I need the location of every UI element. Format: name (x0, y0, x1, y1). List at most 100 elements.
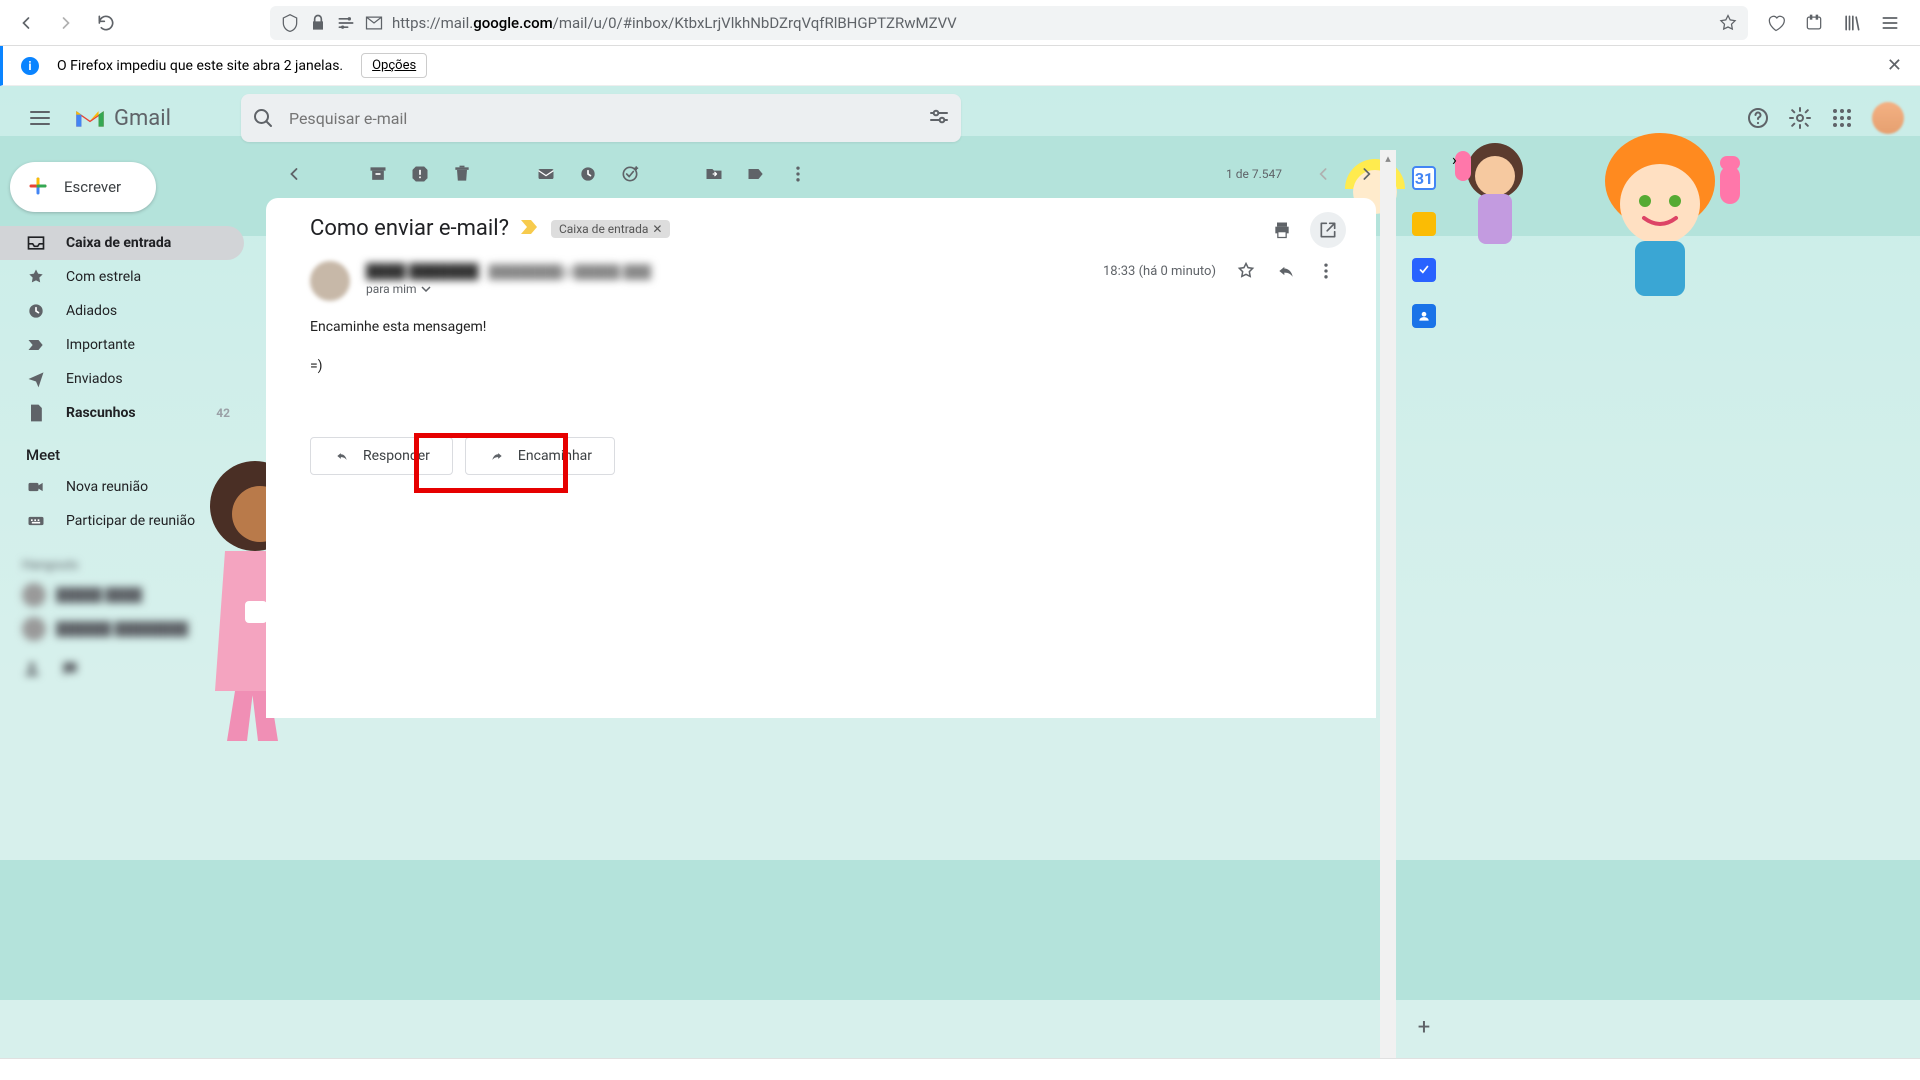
vertical-scrollbar[interactable]: ▴ ▾ (1380, 150, 1396, 1080)
label-chip-inbox[interactable]: Caixa de entrada ✕ (551, 220, 670, 238)
save-pocket-icon[interactable] (1766, 13, 1786, 33)
gmail-app: Gmail Escrever Caixa de entrada (0, 86, 1920, 1080)
account-avatar[interactable] (1872, 102, 1904, 134)
library-icon[interactable] (1842, 13, 1862, 33)
importance-marker-icon[interactable] (521, 218, 539, 239)
move-to-button[interactable] (704, 164, 724, 184)
browser-forward-button[interactable] (50, 7, 82, 39)
popup-blocked-infobar: i O Firefox impediu que este site abra 2… (0, 46, 1920, 86)
search-bar[interactable] (241, 94, 961, 142)
archive-button[interactable] (368, 164, 388, 184)
annotation-highlight-box (414, 433, 568, 493)
gmail-header: Gmail (0, 86, 1920, 150)
compose-label: Escrever (64, 178, 121, 196)
site-info-icon[interactable] (364, 13, 384, 33)
search-options-icon[interactable] (927, 106, 951, 130)
to-line[interactable]: para mim (366, 282, 1087, 296)
browser-menu-icon[interactable] (1880, 13, 1900, 33)
back-to-inbox-button[interactable] (284, 164, 304, 184)
gmail-logo[interactable]: Gmail (74, 106, 171, 131)
info-icon: i (21, 57, 39, 75)
infobar-close-button[interactable]: ✕ (1887, 55, 1902, 76)
open-new-window-button[interactable] (1310, 212, 1346, 248)
side-panel-toggle-icon[interactable]: › (1452, 150, 1457, 1080)
side-panel: 31 + (1396, 150, 1452, 1080)
important-icon (26, 335, 46, 355)
gmail-body: Escrever Caixa de entrada Com estrela Ad… (0, 150, 1920, 1080)
infobar-options-button[interactable]: Opções (361, 53, 427, 78)
contacts-app-icon[interactable] (1412, 304, 1436, 328)
infobar-message: O Firefox impediu que este site abra 2 j… (57, 58, 343, 74)
sidebar-item-snoozed[interactable]: Adiados (0, 294, 244, 328)
scroll-up-icon[interactable]: ▴ (1380, 150, 1396, 166)
get-addons-button[interactable]: + (1418, 1015, 1430, 1040)
google-apps-icon[interactable] (1830, 106, 1854, 130)
header-right (1746, 102, 1904, 134)
message-more-button[interactable] (1316, 261, 1336, 281)
sidebar-item-label: Rascunhos (66, 405, 136, 421)
account-icon[interactable] (1804, 13, 1824, 33)
reply-icon-button[interactable] (1276, 261, 1296, 281)
labels-button[interactable] (746, 164, 766, 184)
star-message-button[interactable] (1236, 261, 1256, 281)
drafts-icon (26, 403, 46, 423)
sidebar-item-new-meeting[interactable]: Nova reunião (0, 470, 244, 504)
sidebar-item-important[interactable]: Importante (0, 328, 244, 362)
search-input[interactable] (289, 109, 913, 128)
sender-avatar[interactable] (310, 261, 350, 301)
sender-email-blurred: ████████@█████.███ (489, 265, 651, 280)
browser-toolbar: https://mail.google.com/mail/u/0/#inbox/… (0, 0, 1920, 46)
more-actions-button[interactable] (788, 164, 808, 184)
add-to-tasks-button[interactable] (620, 164, 640, 184)
permissions-icon[interactable] (336, 13, 356, 33)
support-icon[interactable] (1746, 106, 1770, 130)
hangouts-section-blurred: Hangouts █████ ████ ██████ ████████ (0, 558, 256, 679)
browser-back-button[interactable] (10, 7, 42, 39)
sent-icon (26, 369, 46, 389)
compose-button[interactable]: Escrever (10, 162, 156, 212)
subject-row: Como enviar e-mail? Caixa de entrada ✕ (310, 216, 1336, 241)
email-subject: Como enviar e-mail? (310, 216, 509, 241)
remove-label-icon[interactable]: ✕ (652, 222, 662, 236)
scroll-track[interactable] (1380, 166, 1396, 1064)
snooze-button[interactable] (578, 164, 598, 184)
keep-app-icon[interactable] (1412, 212, 1436, 236)
settings-gear-icon[interactable] (1788, 106, 1812, 130)
sidebar-item-drafts[interactable]: Rascunhos 42 (0, 396, 244, 430)
sidebar-item-join-meeting[interactable]: Participar de reunião (0, 504, 244, 538)
sidebar-item-sent[interactable]: Enviados (0, 362, 244, 396)
older-button[interactable] (1356, 164, 1376, 184)
main-menu-button[interactable] (16, 94, 64, 142)
body-line: =) (310, 356, 1336, 377)
tasks-app-icon[interactable] (1412, 258, 1436, 282)
print-button[interactable] (1272, 220, 1292, 240)
window-bottom-border (0, 1058, 1920, 1080)
sidebar-item-label: Enviados (66, 371, 123, 387)
sidebar-item-starred[interactable]: Com estrela (0, 260, 244, 294)
search-icon[interactable] (251, 106, 275, 130)
calendar-app-icon[interactable]: 31 (1412, 166, 1436, 190)
report-spam-button[interactable] (410, 164, 430, 184)
compose-plus-icon (26, 174, 50, 198)
url-bar[interactable]: https://mail.google.com/mail/u/0/#inbox/… (270, 6, 1748, 40)
url-text: https://mail.google.com/mail/u/0/#inbox/… (392, 14, 957, 32)
browser-reload-button[interactable] (90, 7, 122, 39)
reply-arrow-icon (333, 449, 351, 463)
mark-unread-button[interactable] (536, 164, 556, 184)
message-toolbar: 1 de 7.547 (266, 150, 1376, 198)
delete-button[interactable] (452, 164, 472, 184)
clock-icon (26, 301, 46, 321)
sidebar-item-label: Adiados (66, 303, 117, 319)
newer-button[interactable] (1314, 164, 1334, 184)
body-line: Encaminhe esta mensagem! (310, 317, 1336, 338)
sidebar-item-inbox[interactable]: Caixa de entrada (0, 226, 244, 260)
bookmark-star-icon[interactable] (1718, 13, 1738, 33)
message-pane: 1 de 7.547 Como enviar e-mail? (266, 150, 1376, 1080)
sidebar-item-label: Participar de reunião (66, 513, 195, 529)
chevron-down-icon (421, 286, 431, 292)
sidebar-item-label: Caixa de entrada (66, 235, 171, 251)
lock-icon (308, 13, 328, 33)
sender-row: ████ ███████ ████████@█████.███ para mim… (310, 261, 1336, 301)
keyboard-icon (26, 511, 46, 531)
message-meta-actions: 18:33 (há 0 minuto) (1103, 261, 1336, 281)
